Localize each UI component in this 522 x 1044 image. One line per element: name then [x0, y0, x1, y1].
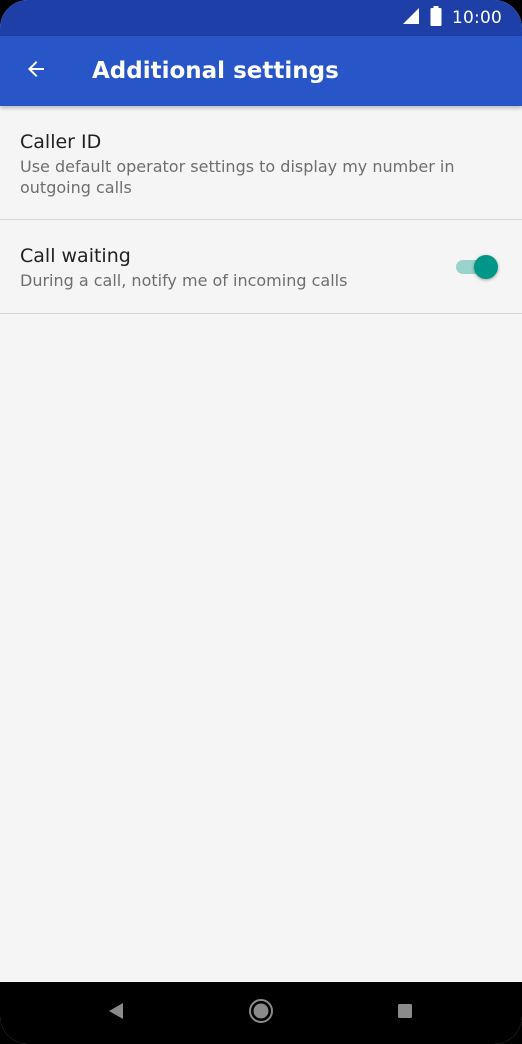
- back-arrow-icon: [24, 57, 48, 85]
- status-time: 10:00: [452, 8, 502, 28]
- nav-home-button[interactable]: [231, 982, 291, 1044]
- signal-icon: [400, 7, 420, 29]
- phone-screen: 10:00 Additional settings Caller ID Use …: [0, 0, 522, 1044]
- status-icons: 10:00: [400, 0, 502, 36]
- nav-back-button[interactable]: [86, 982, 146, 1044]
- home-circle-icon: [248, 998, 274, 1028]
- navigation-bar: [0, 982, 522, 1044]
- settings-list: Caller ID Use default operator settings …: [0, 106, 522, 314]
- back-triangle-icon: [108, 1002, 124, 1024]
- setting-title: Call waiting: [20, 245, 131, 267]
- setting-summary: Use default operator settings to display…: [20, 157, 455, 197]
- back-button[interactable]: [16, 51, 56, 91]
- call-waiting-toggle[interactable]: [454, 255, 498, 279]
- toggle-thumb: [474, 255, 498, 279]
- nav-recents-button[interactable]: [375, 982, 435, 1044]
- setting-call-waiting[interactable]: Call waiting During a call, notify me of…: [0, 220, 522, 314]
- page-title: Additional settings: [92, 58, 339, 84]
- battery-icon: [430, 6, 442, 30]
- app-bar: Additional settings: [0, 36, 522, 106]
- recents-square-icon: [397, 1003, 413, 1023]
- setting-summary: During a call, notify me of incoming cal…: [20, 271, 348, 290]
- status-bar: 10:00: [0, 0, 522, 36]
- setting-title: Caller ID: [20, 131, 102, 153]
- setting-caller-id[interactable]: Caller ID Use default operator settings …: [0, 106, 522, 220]
